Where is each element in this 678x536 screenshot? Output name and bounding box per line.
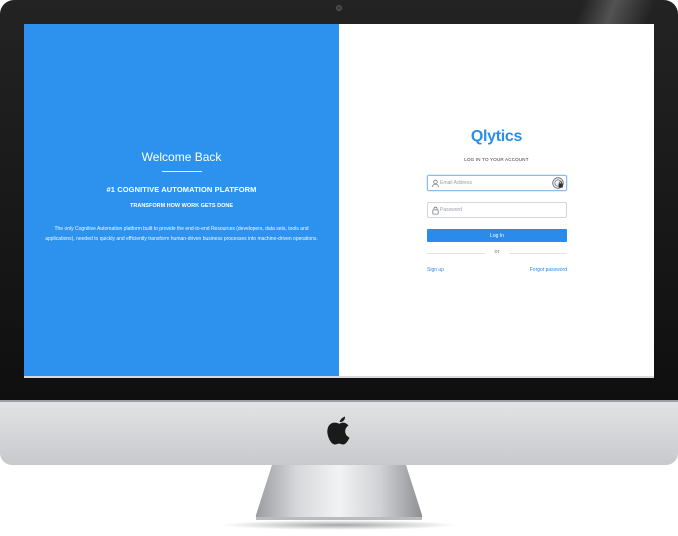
screen: Welcome Back #1 COGNITIVE AUTOMATION PLA… xyxy=(24,24,654,378)
monitor-stand xyxy=(255,465,423,520)
chin-seam xyxy=(0,400,678,402)
welcome-divider xyxy=(162,171,202,172)
bezel-reflection xyxy=(528,0,678,26)
welcome-panel: Welcome Back #1 COGNITIVE AUTOMATION PLA… xyxy=(24,24,339,378)
apple-logo-icon xyxy=(327,416,350,445)
login-heading: LOG IN TO YOUR ACCOUNT xyxy=(464,157,529,162)
email-input[interactable] xyxy=(440,177,550,189)
login-button[interactable]: Log In xyxy=(427,229,567,242)
divider-line-right xyxy=(509,253,567,254)
platform-description: The only Cognitive Automation platform b… xyxy=(45,226,318,242)
password-input[interactable] xyxy=(440,204,550,216)
password-field[interactable] xyxy=(427,202,567,218)
welcome-title: Welcome Back xyxy=(141,150,222,164)
platform-subtagline: TRANSFORM HOW WORK GETS DONE xyxy=(130,203,233,209)
camera-icon xyxy=(336,5,342,11)
or-divider: or xyxy=(427,248,567,258)
or-text: or xyxy=(494,249,500,255)
lock-icon xyxy=(432,206,439,215)
password-manager-icon[interactable] xyxy=(552,177,564,189)
user-icon xyxy=(431,179,440,188)
signup-link[interactable]: Sign up xyxy=(427,267,444,273)
brand-logo: Qlytics xyxy=(470,128,523,145)
email-field[interactable] xyxy=(427,175,567,191)
forgot-password-link[interactable]: Forgot password xyxy=(530,267,567,273)
platform-tagline: #1 COGNITIVE AUTOMATION PLATFORM xyxy=(106,185,257,194)
stand-shadow xyxy=(220,520,458,530)
login-panel: Qlytics LOG IN TO YOUR ACCOUNT Log In xyxy=(339,24,654,378)
screen-bottom-edge xyxy=(24,376,654,378)
